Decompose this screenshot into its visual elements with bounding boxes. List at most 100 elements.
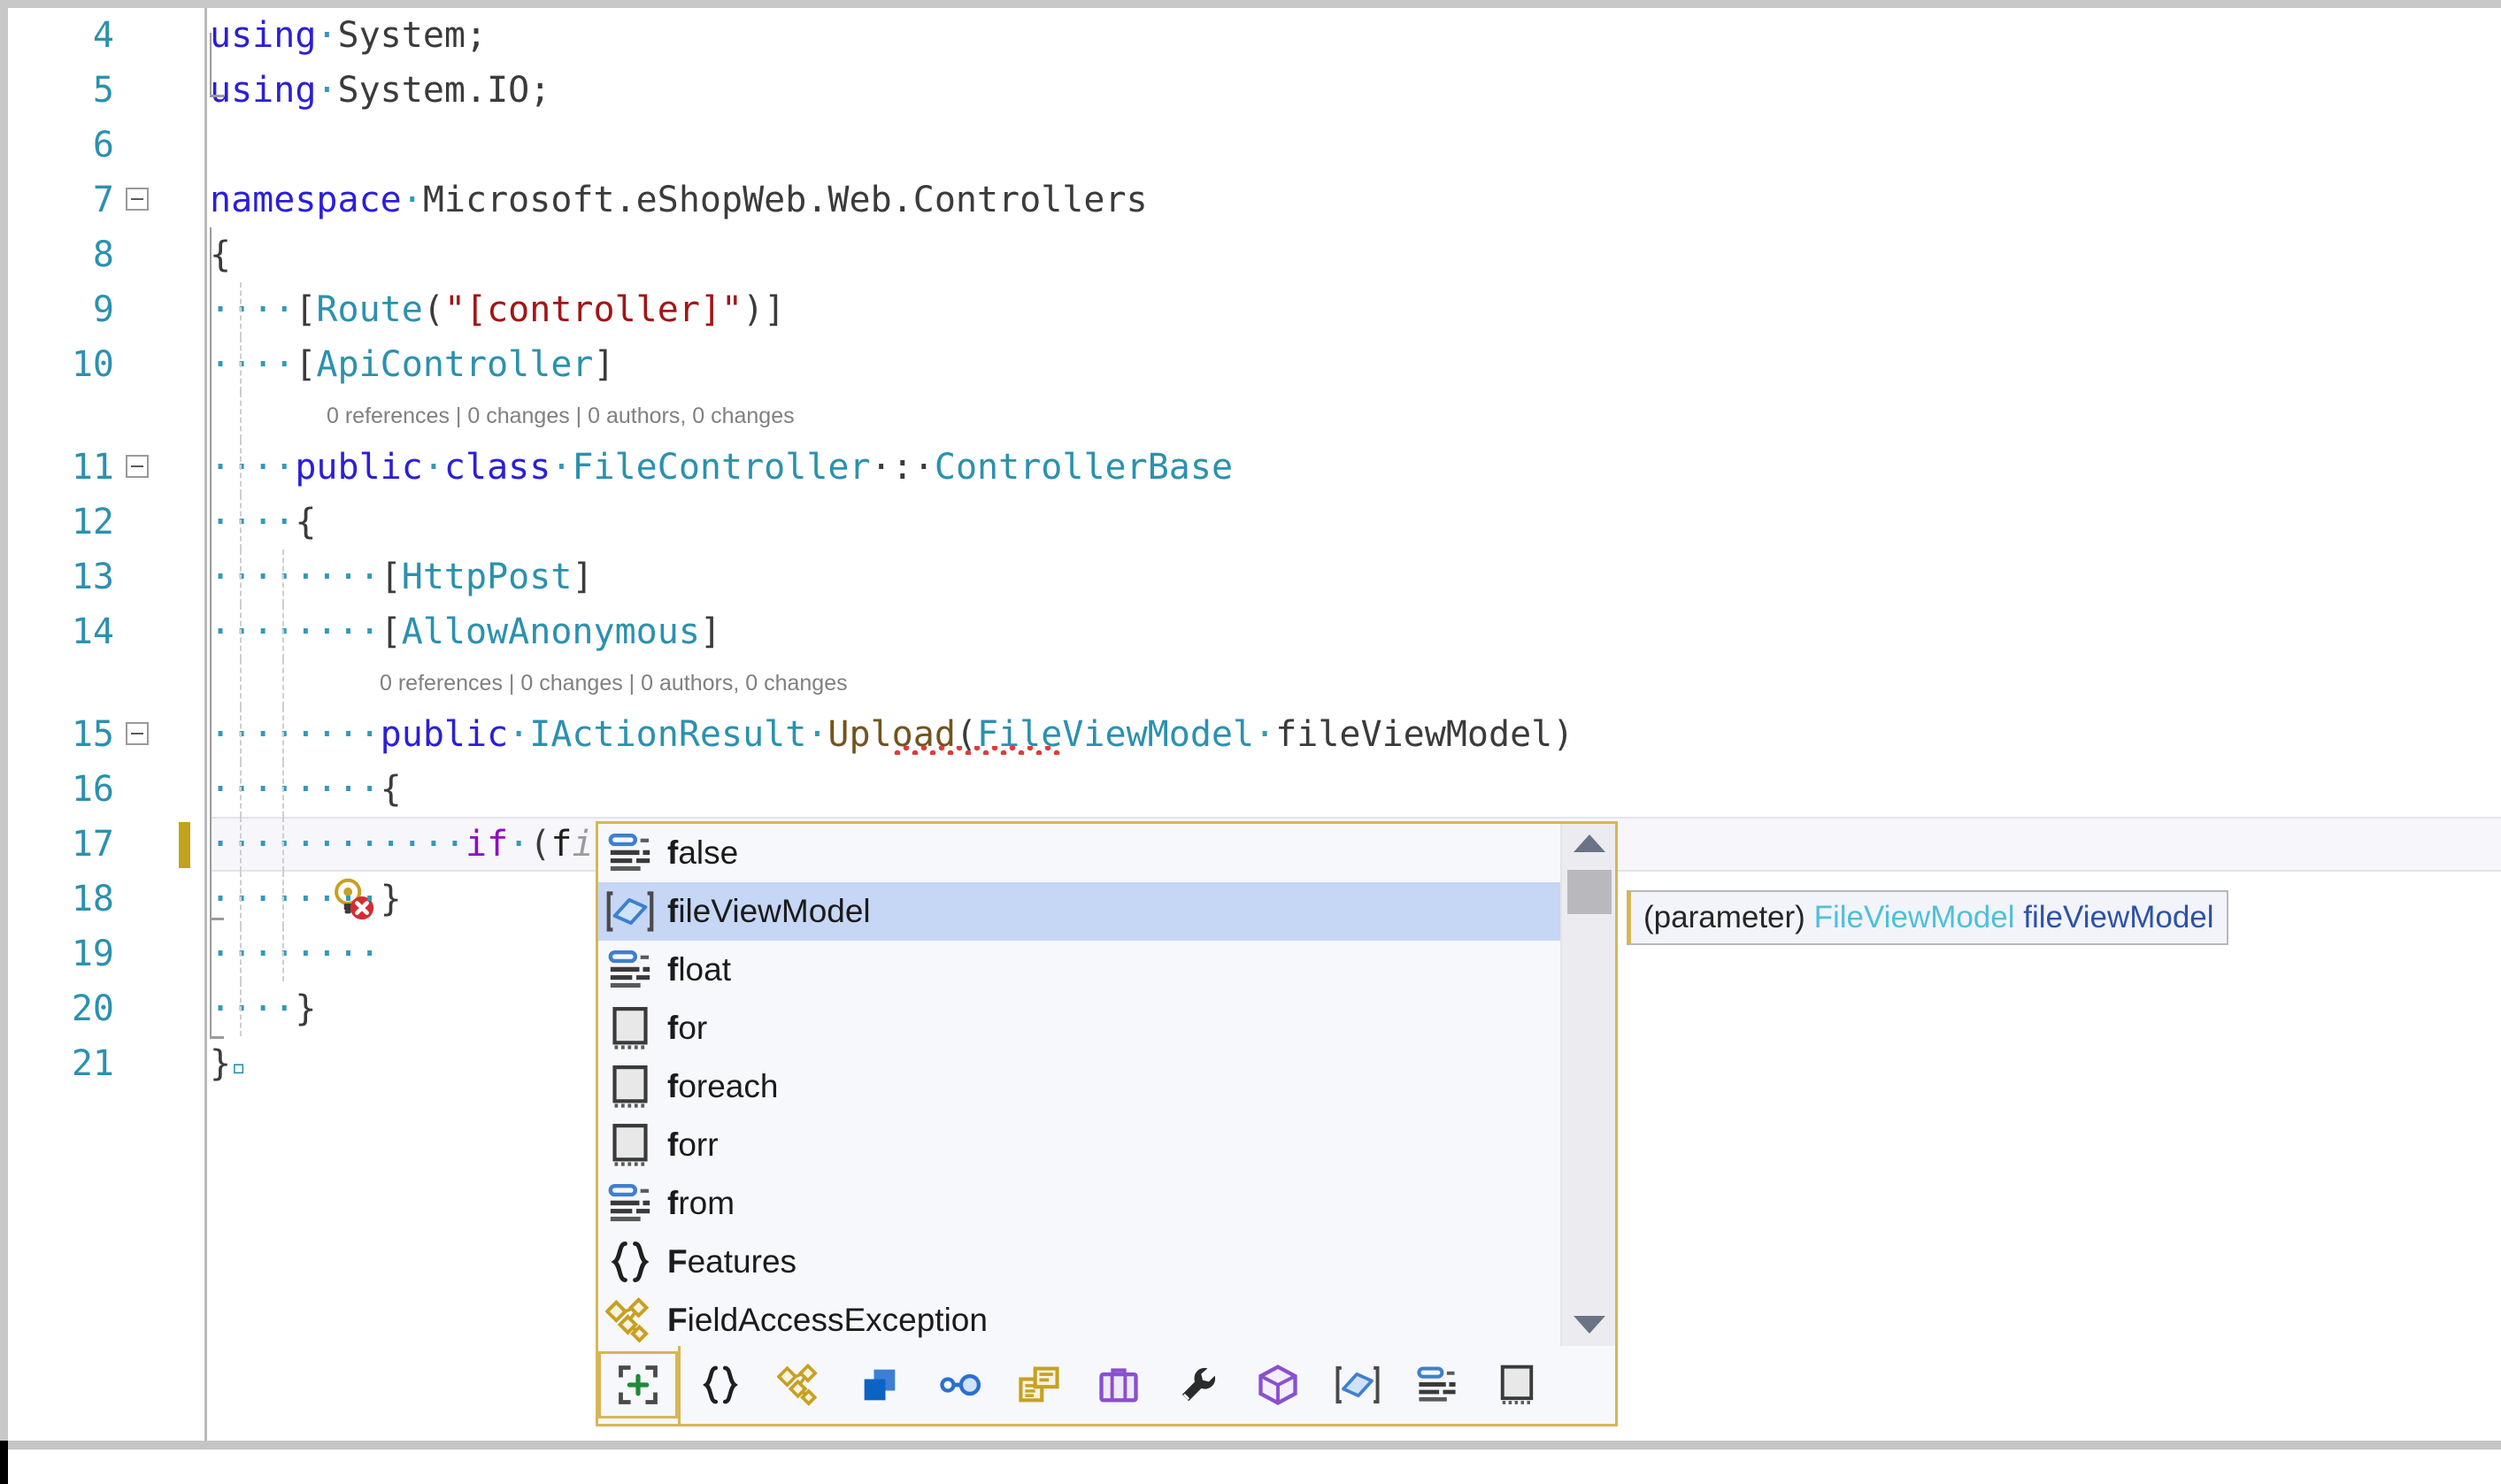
block-guide [210, 495, 212, 550]
completion-item-features[interactable]: Features [598, 1233, 1563, 1291]
glyph-margin[interactable] [119, 63, 181, 118]
extension-icon[interactable] [1079, 1351, 1158, 1419]
completion-filter-toolbar[interactable] [598, 1346, 1615, 1424]
code-text[interactable]: ········public·IActionResult·Upload(File… [210, 707, 1574, 762]
completion-item-fieldaccessexception[interactable]: FieldAccessException [598, 1291, 1563, 1346]
window-top-border [0, 0, 2501, 8]
indent-guide [240, 927, 242, 981]
code-text[interactable]: ····{ [210, 495, 316, 550]
snippet-icon[interactable] [1477, 1351, 1557, 1419]
code-text[interactable]: using·System.IO; [210, 63, 550, 118]
code-text[interactable]: }▫ [210, 1036, 246, 1095]
code-line-7[interactable]: 7 namespace·Microsoft.eShopWeb.Web.Contr… [8, 173, 2501, 227]
code-line-5[interactable]: 5 using·System.IO; [8, 63, 2501, 118]
scrollbar-thumb[interactable] [1567, 870, 1612, 914]
interface-icon[interactable] [920, 1351, 999, 1419]
completion-item-for[interactable]: for [598, 999, 1563, 1057]
code-line-4[interactable]: 4 using·System; [8, 8, 2501, 63]
code-text[interactable]: ····public·class·FileController·:·Contro… [210, 440, 1233, 495]
scroll-up-arrow-icon[interactable] [1562, 824, 1617, 865]
code-text[interactable]: { [210, 227, 231, 282]
code-text[interactable]: ········[AllowAnonymous] [210, 604, 721, 659]
code-text[interactable]: ····[ApiController] [210, 337, 615, 392]
line-number: 9 [92, 289, 114, 330]
code-line-12[interactable]: 12 ····{ [8, 495, 2501, 550]
codelens-row-class[interactable]: 0 references | 0 changes | 0 authors, 0 … [8, 392, 2501, 440]
code-line-14[interactable]: 14 ········[AllowAnonymous] [8, 604, 2501, 659]
glyph-margin[interactable] [119, 495, 181, 550]
completion-item-float[interactable]: float [598, 941, 1563, 999]
completion-item-forr[interactable]: forr [598, 1116, 1563, 1174]
code-text[interactable]: ····} [210, 981, 316, 1036]
parameter-icon[interactable] [1318, 1351, 1397, 1419]
line-number: 7 [92, 180, 114, 220]
line-number: 14 [71, 611, 114, 652]
glyph-margin[interactable] [119, 817, 373, 920]
code-line-16[interactable]: 16 ········{ [8, 762, 2501, 817]
glyph-margin[interactable] [119, 282, 181, 337]
completion-list[interactable]: false fileViewModel float for foreach fo… [598, 824, 1563, 1346]
completion-label: float [667, 951, 731, 988]
code-text[interactable]: namespace·Microsoft.eShopWeb.Web.Control… [210, 173, 1148, 227]
code-text[interactable]: ········ [210, 927, 381, 981]
intellisense-completion-popup[interactable]: false fileViewModel float for foreach fo… [596, 821, 1618, 1426]
keyword-icon[interactable] [1397, 1351, 1477, 1419]
codelens-text[interactable]: 0 references | 0 changes | 0 authors, 0 … [380, 659, 848, 707]
code-line-11[interactable]: 11 ····public·class·FileController·:·Con… [8, 440, 2501, 495]
glyph-margin[interactable] [119, 762, 181, 817]
completion-item-from[interactable]: from [598, 1174, 1563, 1233]
code-line-13[interactable]: 13 ········[HttpPost] [8, 550, 2501, 604]
glyph-margin[interactable] [119, 707, 181, 762]
indent-guide [240, 981, 242, 1036]
code-text[interactable]: ········{ [210, 762, 402, 817]
structure-icon[interactable] [840, 1351, 920, 1419]
completion-item-fileviewmodel[interactable]: fileViewModel [598, 882, 1563, 941]
indent-guide [282, 550, 284, 604]
code-text[interactable]: ········} [210, 872, 402, 927]
code-text[interactable]: ········[HttpPost] [210, 550, 594, 604]
enum-icon[interactable] [1238, 1351, 1318, 1419]
glyph-margin[interactable] [119, 8, 181, 63]
fold-toggle-icon[interactable] [126, 188, 149, 211]
block-guide [210, 33, 212, 63]
glyph-margin[interactable] [119, 981, 181, 1036]
glyph-margin[interactable] [119, 872, 181, 927]
indent-guide [282, 817, 284, 872]
indent-guide [240, 550, 242, 604]
fold-toggle-icon[interactable] [126, 722, 149, 745]
glyph-margin[interactable] [119, 440, 181, 495]
delegate-icon[interactable] [999, 1351, 1079, 1419]
glyph-margin[interactable] [119, 227, 181, 282]
codelens-text[interactable]: 0 references | 0 changes | 0 authors, 0 … [327, 392, 795, 440]
indent-guide [282, 707, 284, 762]
class-icon[interactable] [760, 1351, 840, 1419]
block-guide [210, 337, 212, 392]
line-number: 13 [71, 557, 114, 597]
namespace-icon[interactable] [681, 1351, 760, 1419]
completion-list-scrollbar[interactable] [1560, 824, 1615, 1346]
wrench-icon[interactable] [1158, 1351, 1238, 1419]
code-line-15[interactable]: 15 ········public·IActionResult·Upload(F… [8, 707, 2501, 762]
glyph-margin[interactable] [119, 927, 181, 981]
lightbulb-error-icon[interactable] [115, 819, 373, 920]
code-text[interactable]: ····[Route("[controller]")] [210, 282, 785, 337]
quick-info-tooltip: (parameter) FileViewModel fileViewModel [1627, 890, 2228, 945]
expander-icon[interactable] [598, 1351, 678, 1419]
completion-item-false[interactable]: false [598, 824, 1563, 882]
glyph-margin[interactable] [119, 173, 181, 227]
code-line-9[interactable]: 9 ····[Route("[controller]")] [8, 282, 2501, 337]
glyph-margin[interactable] [119, 337, 181, 392]
code-line-10[interactable]: 10 ····[ApiController] [8, 337, 2501, 392]
glyph-margin[interactable] [119, 604, 181, 659]
glyph-margin[interactable] [119, 1036, 181, 1091]
fold-toggle-icon[interactable] [126, 455, 149, 478]
code-line-6[interactable]: 6 [8, 118, 2501, 173]
glyph-margin[interactable] [119, 118, 181, 173]
scroll-down-arrow-icon[interactable] [1562, 1305, 1617, 1346]
window-bottom-left-edge [0, 1441, 8, 1484]
codelens-row-method[interactable]: 0 references | 0 changes | 0 authors, 0 … [8, 659, 2501, 707]
completion-item-foreach[interactable]: foreach [598, 1057, 1563, 1116]
code-line-8[interactable]: 8 { [8, 227, 2501, 282]
code-text[interactable]: using·System; [210, 8, 487, 63]
glyph-margin[interactable] [119, 550, 181, 604]
